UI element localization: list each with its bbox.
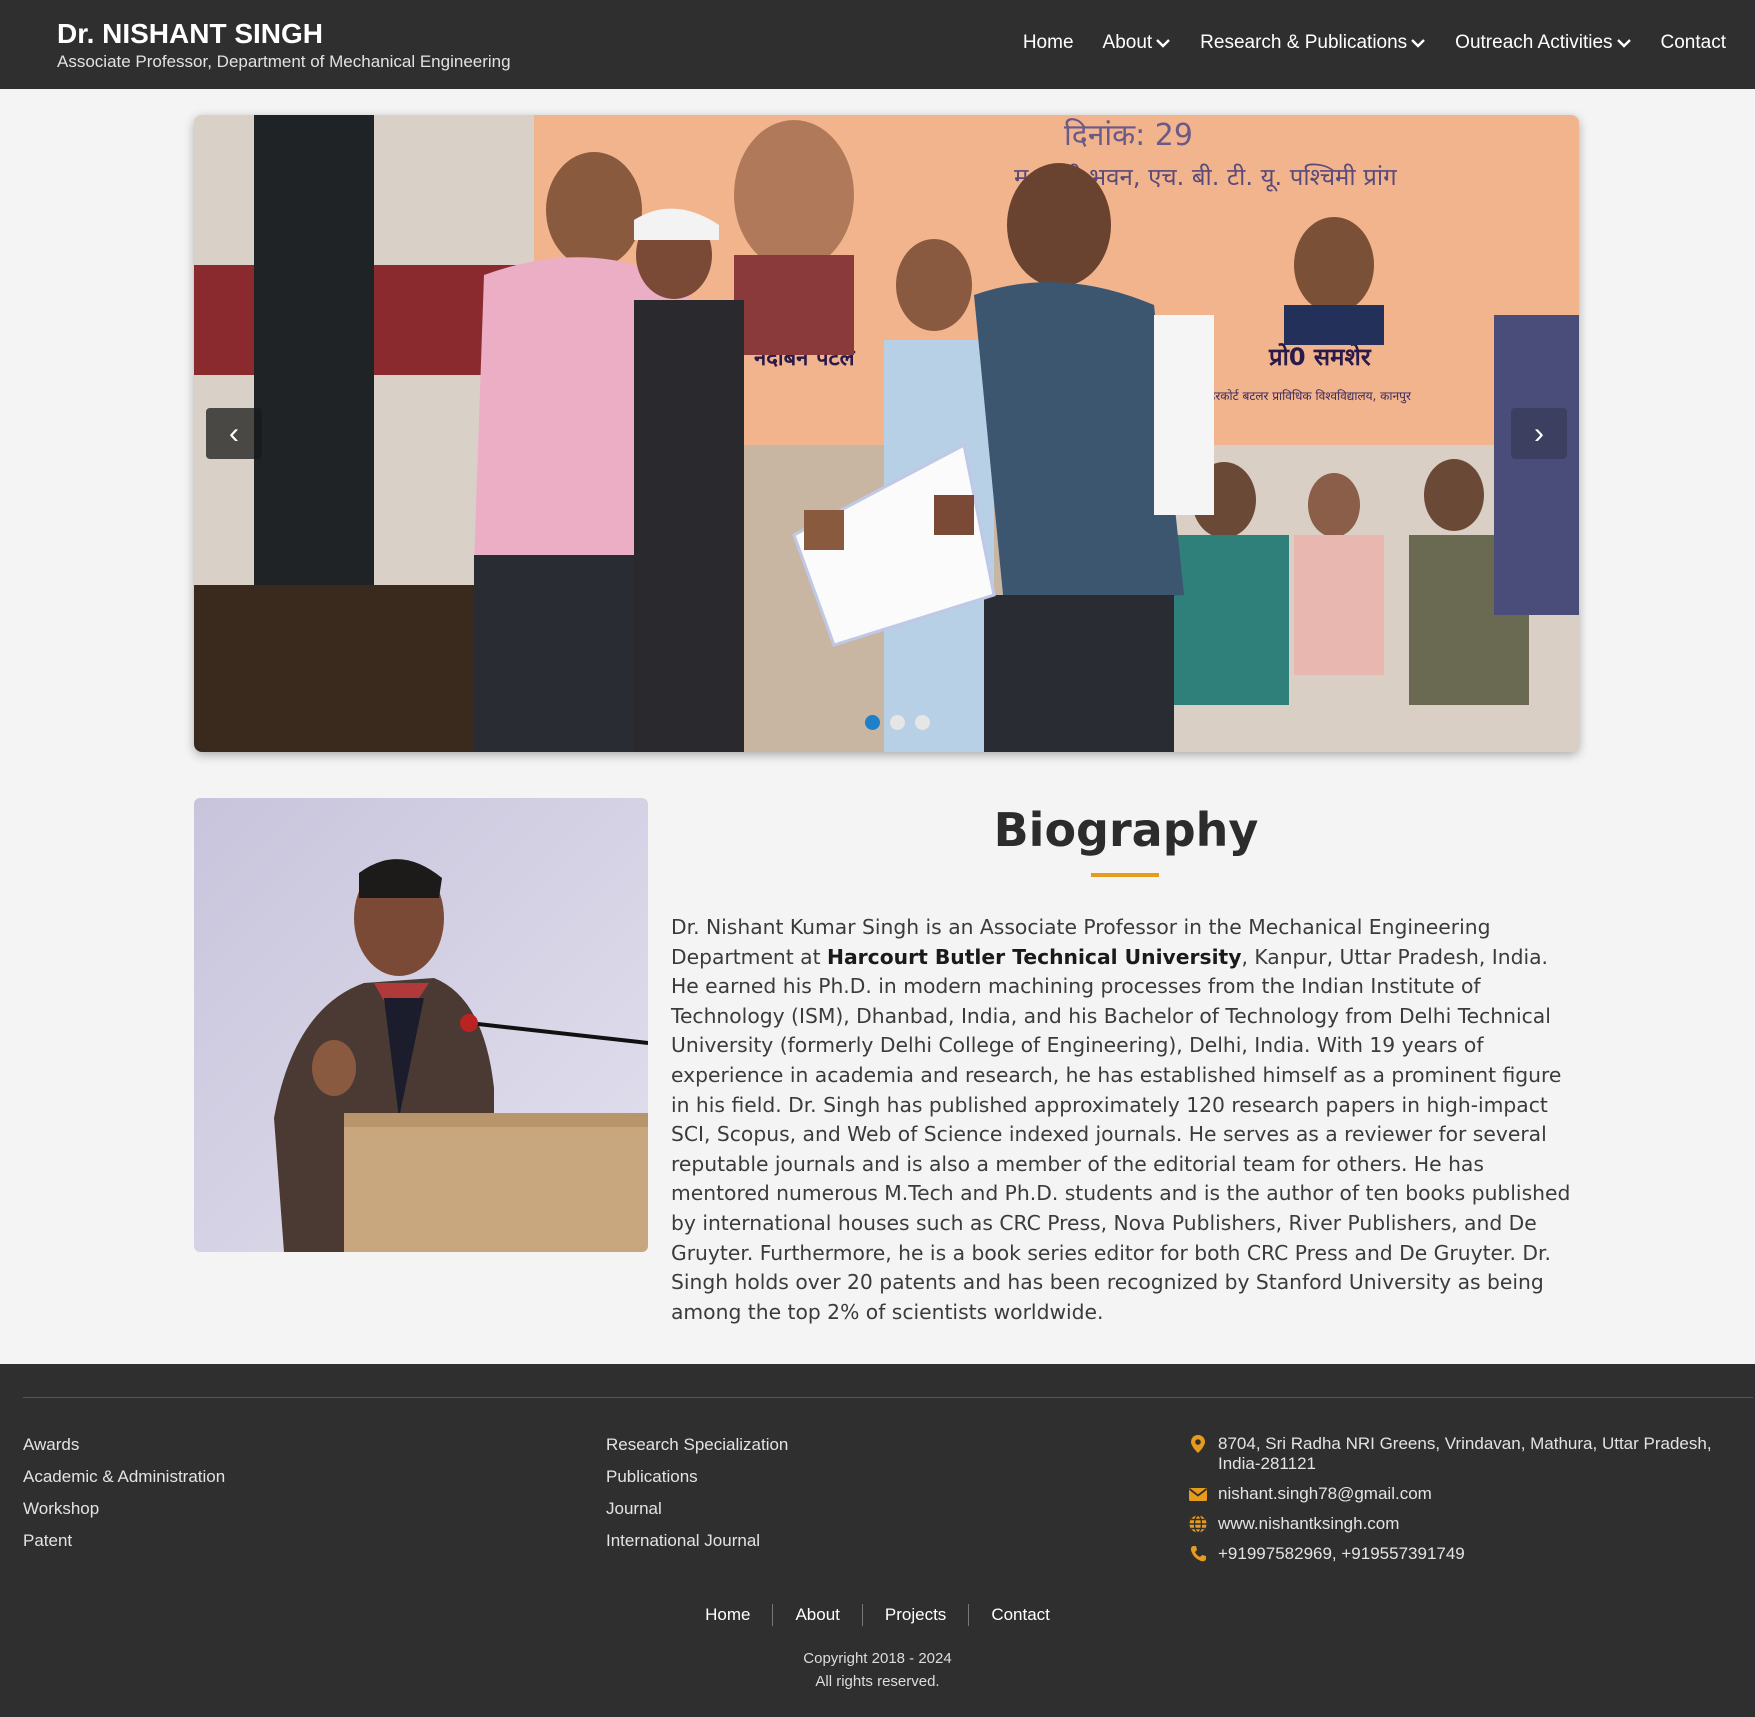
contact-phone-row: +91997582969, +919557391749 <box>1188 1544 1728 1564</box>
banner-text-name-2: प्रो0 समशेर <box>1268 343 1372 371</box>
footer-link-patent[interactable]: Patent <box>23 1530 225 1562</box>
nav-research-label: Research & Publications <box>1200 32 1408 53</box>
contact-email-row: nishant.singh78@gmail.com <box>1188 1484 1728 1504</box>
carousel-dot-3[interactable] <box>915 715 930 730</box>
rights-text: All rights reserved. <box>815 1673 940 1690</box>
contact-website-row: www.nishantksingh.com <box>1188 1514 1728 1534</box>
contact-email[interactable]: nishant.singh78@gmail.com <box>1218 1484 1432 1504</box>
footer-link-journal[interactable]: Journal <box>606 1498 788 1530</box>
footer-link-research-specialization[interactable]: Research Specialization <box>606 1434 788 1466</box>
bio-university-name: Harcourt Butler Technical University <box>827 944 1242 969</box>
main-nav: Home About Research & Publications Outre… <box>994 32 1726 54</box>
footer-link-workshop[interactable]: Workshop <box>23 1498 225 1530</box>
chevron-down-icon <box>1156 39 1171 48</box>
globe-icon <box>1189 1514 1207 1534</box>
site-title[interactable]: Dr. NISHANT SINGH <box>57 18 323 50</box>
nav-home-label: Home <box>1022 32 1074 53</box>
biography-heading: Biography <box>993 803 1259 857</box>
nav-contact[interactable]: Contact <box>1661 32 1726 54</box>
nav-outreach-activities[interactable]: Outreach Activities <box>1455 32 1631 54</box>
carousel-dot-2[interactable] <box>890 715 905 730</box>
chevron-down-icon <box>1616 39 1631 48</box>
phone-icon <box>1190 1546 1206 1562</box>
chevron-down-icon <box>1411 39 1426 48</box>
carousel-next-button[interactable]: › <box>1511 408 1567 459</box>
biography-text: Dr. Nishant Kumar Singh is an Associate … <box>671 913 1581 1327</box>
carousel-indicators <box>865 715 930 730</box>
carousel-dot-1[interactable] <box>865 715 880 730</box>
site-footer: Awards Academic & Administration Worksho… <box>0 1364 1755 1717</box>
footer-nav-home[interactable]: Home <box>683 1604 772 1626</box>
contact-address: 8704, Sri Radha NRI Greens, Vrindavan, M… <box>1218 1434 1712 1473</box>
footer-nav-contact[interactable]: Contact <box>968 1604 1072 1626</box>
nav-about-label: About <box>1102 32 1153 53</box>
nav-outreach-label: Outreach Activities <box>1455 32 1613 53</box>
copyright-text: Copyright 2018 - 2024 <box>803 1650 952 1667</box>
copyright-block: Copyright 2018 - 2024 All rights reserve… <box>0 1647 1755 1693</box>
contact-website[interactable]: www.nishantksingh.com <box>1218 1514 1399 1534</box>
banner-text-university: हरकोर्ट बटलर प्राविधिक विश्वविद्यालय, का… <box>1209 389 1412 404</box>
nav-research-publications[interactable]: Research & Publications <box>1200 32 1426 54</box>
carousel-prev-button[interactable]: ‹ <box>206 408 262 459</box>
contact-phone[interactable]: +91997582969, +919557391749 <box>1218 1544 1465 1564</box>
footer-link-publications[interactable]: Publications <box>606 1466 788 1498</box>
footer-link-awards[interactable]: Awards <box>23 1434 225 1466</box>
envelope-icon <box>1188 1488 1208 1501</box>
footer-bottom-nav: Home About Projects Contact <box>0 1604 1755 1626</box>
image-carousel: दिनांक: 29 म्…ल्दी भवन, एच. बी. टी. यू. … <box>194 115 1579 752</box>
nav-about[interactable]: About <box>1103 32 1172 54</box>
footer-link-academic-administration[interactable]: Academic & Administration <box>23 1466 225 1498</box>
location-pin-icon <box>1191 1435 1205 1453</box>
profile-photo <box>194 798 648 1252</box>
footer-link-international-journal[interactable]: International Journal <box>606 1530 788 1562</box>
footer-nav-about[interactable]: About <box>772 1604 861 1626</box>
footer-links-col-1: Awards Academic & Administration Worksho… <box>23 1434 225 1562</box>
site-header: Dr. NISHANT SINGH Associate Professor, D… <box>0 0 1755 89</box>
footer-links-col-2: Research Specialization Publications Jou… <box>606 1434 788 1562</box>
speaker-photo-image <box>194 798 648 1252</box>
nav-home[interactable]: Home <box>1023 32 1074 54</box>
nav-contact-label: Contact <box>1660 32 1726 53</box>
site-subtitle: Associate Professor, Department of Mecha… <box>57 52 511 71</box>
bio-text-part-2: , Kanpur, Uttar Pradesh, India. He earne… <box>671 944 1571 1324</box>
carousel-slide-image: दिनांक: 29 म्…ल्दी भवन, एच. बी. टी. यू. … <box>194 115 1579 752</box>
contact-address-row: 8704, Sri Radha NRI Greens, Vrindavan, M… <box>1188 1434 1728 1474</box>
heading-underline <box>1091 873 1159 877</box>
footer-nav-projects[interactable]: Projects <box>861 1604 968 1626</box>
banner-text-date: दिनांक: 29 <box>1064 118 1193 153</box>
footer-divider <box>23 1397 1753 1398</box>
footer-contact: 8704, Sri Radha NRI Greens, Vrindavan, M… <box>1188 1434 1728 1574</box>
